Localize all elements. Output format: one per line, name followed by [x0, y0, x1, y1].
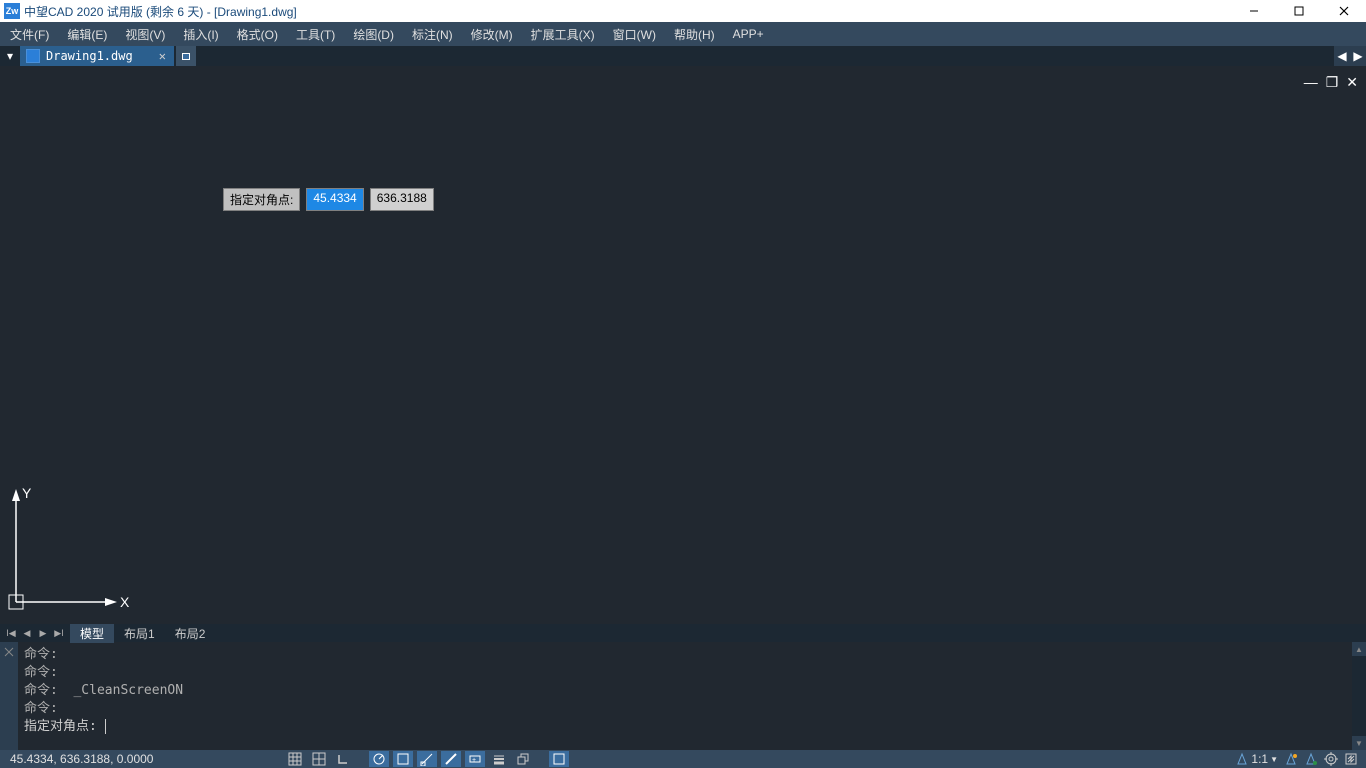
- clean-screen-icon[interactable]: [1344, 752, 1358, 766]
- menu-help[interactable]: 帮助(H): [674, 26, 715, 43]
- layout-nav-next[interactable]: ▶: [36, 626, 50, 640]
- grid-icon[interactable]: [309, 751, 329, 767]
- command-window-handle[interactable]: [0, 642, 18, 750]
- tabs-scroll-right[interactable]: ▶: [1350, 46, 1366, 66]
- scroll-down-button[interactable]: ▼: [1352, 736, 1366, 750]
- annotation-visibility-icon[interactable]: [1284, 752, 1298, 766]
- tab-list-dropdown[interactable]: ▾: [0, 46, 20, 66]
- command-line: 命令:: [24, 664, 1346, 682]
- document-tab-label: Drawing1.dwg: [46, 49, 133, 63]
- modelspace-icon[interactable]: [549, 751, 569, 767]
- coordinates-readout[interactable]: 45.4334, 636.3188, 0.0000: [0, 752, 285, 766]
- menu-insert[interactable]: 插入(I): [183, 26, 218, 43]
- snap-grid-icon[interactable]: [285, 751, 305, 767]
- app-icon: Zw: [4, 3, 20, 19]
- menu-format[interactable]: 格式(O): [237, 26, 278, 43]
- svg-text:Y: Y: [22, 485, 32, 501]
- doc-restore-button[interactable]: ❐: [1326, 74, 1339, 91]
- close-tab-button[interactable]: ✕: [159, 49, 166, 63]
- command-history[interactable]: 命令: 命令: 命令: _CleanScreenON 命令: 指定对角点:: [18, 642, 1352, 750]
- annotation-autoscale-icon[interactable]: [1304, 752, 1318, 766]
- minimize-button[interactable]: [1231, 0, 1276, 22]
- settings-gear-icon[interactable]: [1324, 752, 1338, 766]
- close-button[interactable]: [1321, 0, 1366, 22]
- tabs-scroll-left[interactable]: ◀: [1334, 46, 1350, 66]
- menu-file[interactable]: 文件(F): [10, 26, 49, 43]
- dynamic-input-x[interactable]: 45.4334: [306, 188, 363, 211]
- menu-express[interactable]: 扩展工具(X): [531, 26, 595, 43]
- command-line: 命令:: [24, 646, 1346, 664]
- menu-bar: 文件(F) 编辑(E) 视图(V) 插入(I) 格式(O) 工具(T) 绘图(D…: [0, 22, 1366, 46]
- menu-modify[interactable]: 修改(M): [471, 26, 513, 43]
- new-tab-button[interactable]: [176, 46, 196, 66]
- layout-nav-prev[interactable]: ◀: [20, 626, 34, 640]
- menu-window[interactable]: 窗口(W): [613, 26, 656, 43]
- menu-dimension[interactable]: 标注(N): [412, 26, 453, 43]
- status-bar: 45.4334, 636.3188, 0.0000 + 1:1 ▼: [0, 750, 1366, 768]
- osnap-icon[interactable]: [393, 751, 413, 767]
- layout-nav-first[interactable]: I◀: [4, 626, 18, 640]
- layout-tab-model[interactable]: 模型: [70, 624, 114, 643]
- command-scrollbar[interactable]: ▲ ▼: [1352, 642, 1366, 750]
- scale-label: 1:1: [1251, 752, 1268, 766]
- command-line: 命令: _CleanScreenON: [24, 682, 1346, 700]
- document-tabs: ▾ Drawing1.dwg ✕ ◀ ▶: [0, 46, 1366, 66]
- command-prompt[interactable]: 指定对角点:: [24, 718, 1346, 736]
- title-bar: Zw 中望CAD 2020 试用版 (剩余 6 天) - [Drawing1.d…: [0, 0, 1366, 22]
- layout-nav-last[interactable]: ▶I: [52, 626, 66, 640]
- dynamic-input-icon[interactable]: +: [465, 751, 485, 767]
- svg-text:X: X: [120, 594, 130, 610]
- command-line: 命令:: [24, 700, 1346, 718]
- dynamic-input-y[interactable]: 636.3188: [370, 188, 434, 211]
- annotation-scale-icon[interactable]: 1:1 ▼: [1235, 752, 1278, 766]
- layout-tab-layout1[interactable]: 布局1: [114, 624, 165, 643]
- lwt-icon[interactable]: [489, 751, 509, 767]
- dynamic-input-label: 指定对角点:: [223, 188, 300, 211]
- menu-view[interactable]: 视图(V): [125, 26, 165, 43]
- menu-app[interactable]: APP+: [733, 27, 764, 41]
- drawing-area[interactable]: — ❐ ✕ 指定对角点: 45.4334 636.3188 Y X: [0, 66, 1366, 624]
- document-tab-active[interactable]: Drawing1.dwg ✕: [20, 46, 174, 66]
- cycle-icon[interactable]: [513, 751, 533, 767]
- svg-text:+: +: [472, 757, 476, 764]
- ucs-axes: Y X: [7, 484, 137, 614]
- ortho-icon[interactable]: [333, 751, 353, 767]
- dwg-icon: [26, 49, 40, 63]
- scroll-up-button[interactable]: ▲: [1352, 642, 1366, 656]
- window-title: 中望CAD 2020 试用版 (剩余 6 天) - [Drawing1.dwg]: [24, 3, 297, 20]
- doc-close-button[interactable]: ✕: [1346, 74, 1358, 91]
- dynamic-input: 指定对角点: 45.4334 636.3188: [223, 188, 434, 211]
- doc-minimize-button[interactable]: —: [1304, 74, 1318, 91]
- command-window: 命令: 命令: 命令: _CleanScreenON 命令: 指定对角点: ▲ …: [0, 642, 1366, 750]
- osnap-tracking-icon[interactable]: [417, 751, 437, 767]
- lineweight-icon[interactable]: [441, 751, 461, 767]
- layout-tabs: I◀ ◀ ▶ ▶I 模型 布局1 布局2: [0, 624, 1366, 642]
- maximize-button[interactable]: [1276, 0, 1321, 22]
- menu-edit[interactable]: 编辑(E): [67, 26, 107, 43]
- menu-tools[interactable]: 工具(T): [296, 26, 335, 43]
- menu-draw[interactable]: 绘图(D): [353, 26, 394, 43]
- polar-tracking-icon[interactable]: [369, 751, 389, 767]
- layout-tab-layout2[interactable]: 布局2: [165, 624, 216, 643]
